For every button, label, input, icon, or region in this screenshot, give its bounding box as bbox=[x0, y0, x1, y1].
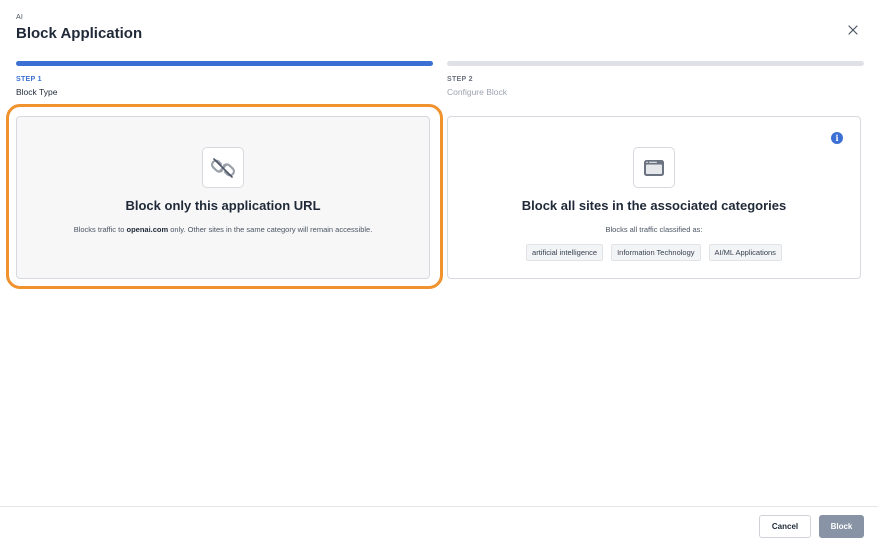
category-tag: artificial intelligence bbox=[526, 244, 604, 261]
step-1-number: STEP 1 bbox=[16, 76, 42, 83]
cancel-button[interactable]: Cancel bbox=[759, 515, 811, 538]
info-icon[interactable]: i bbox=[831, 132, 843, 144]
unlink-icon-box bbox=[202, 147, 244, 188]
url-only-option-description: Blocks traffic to openai.com only. Other… bbox=[73, 225, 373, 234]
modal-eyebrow: AI bbox=[16, 14, 24, 21]
step-2-label[interactable]: Configure Block bbox=[447, 87, 507, 97]
footer-divider bbox=[0, 506, 878, 507]
close-icon bbox=[848, 25, 858, 35]
step-1-label[interactable]: Block Type bbox=[16, 87, 57, 97]
modal-title: Block Application bbox=[16, 25, 143, 42]
browser-window-icon-box bbox=[633, 147, 675, 188]
block-url-only-option[interactable]: Block only this application URL Blocks t… bbox=[16, 116, 430, 279]
block-button[interactable]: Block bbox=[819, 515, 864, 538]
category-tag: AI/ML Applications bbox=[708, 244, 782, 261]
category-tags: artificial intelligence Information Tech… bbox=[526, 244, 782, 261]
block-application-modal: AI Block Application STEP 1 Block Type S… bbox=[0, 0, 878, 548]
step-1-progress-bar bbox=[16, 61, 433, 66]
browser-window-icon bbox=[644, 159, 664, 176]
category-tag: Information Technology bbox=[611, 244, 701, 261]
step-2-number: STEP 2 bbox=[447, 76, 473, 83]
unlink-icon bbox=[211, 157, 235, 178]
blocked-domain: openai.com bbox=[126, 225, 169, 234]
block-categories-option[interactable]: i Block all sites in the associated cate… bbox=[447, 116, 861, 279]
categories-option-description: Blocks all traffic classified as: bbox=[605, 225, 703, 234]
close-button[interactable] bbox=[843, 20, 863, 40]
step-2-progress-bar bbox=[447, 61, 864, 66]
categories-option-title: Block all sites in the associated catego… bbox=[521, 198, 787, 213]
url-only-option-title: Block only this application URL bbox=[125, 198, 321, 213]
